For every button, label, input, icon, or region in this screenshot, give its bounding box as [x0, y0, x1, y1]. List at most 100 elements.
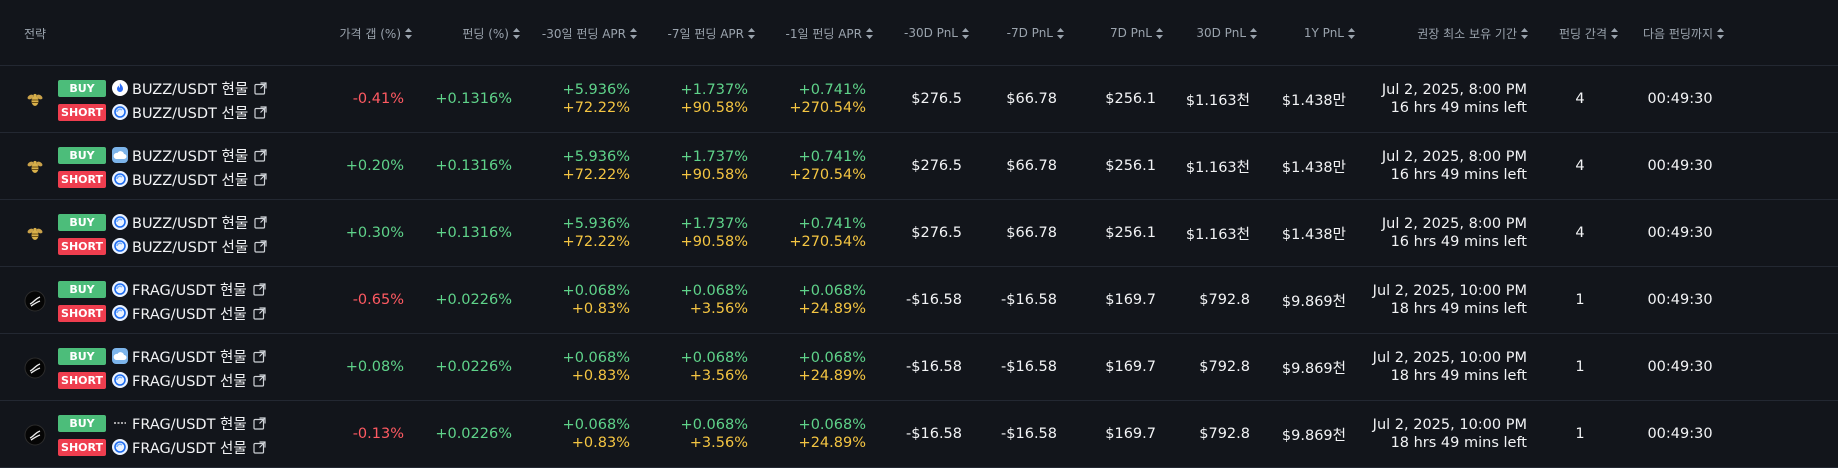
external-link-icon[interactable] — [254, 148, 267, 162]
apr30-annual: +72.22% — [562, 167, 630, 183]
table-row[interactable]: BUY BUZZ/USDT 현물 SHORT BUZZ/USDT 선물 +0.2… — [0, 133, 1838, 200]
sort-icon[interactable] — [748, 27, 755, 39]
short-leg: SHORT BUZZ/USDT 선물 — [58, 234, 267, 258]
hold-period-cell: Jul 2, 2025, 8:00 PM 16 hrs 49 mins left — [1380, 66, 1527, 132]
sort-icon[interactable] — [405, 27, 412, 39]
cloud-exchange-icon — [112, 348, 128, 364]
external-link-icon[interactable] — [254, 105, 267, 119]
pnl1y-value: $9.869천 — [1281, 427, 1346, 444]
header-hold[interactable]: 권장 최소 보유 기간 — [1400, 0, 1528, 66]
pnl30neg-value: -$16.58 — [906, 426, 962, 442]
pnl7-value: $169.7 — [1105, 292, 1156, 308]
header-next[interactable]: 다음 펀딩까지 — [1630, 0, 1724, 66]
buy-pair-link[interactable]: FRAG/USDT 현물 — [132, 279, 247, 300]
table-row[interactable]: BUY BUZZ/USDT 현물 SHORT BUZZ/USDT 선물 +0.3… — [0, 200, 1838, 267]
sort-icon[interactable] — [1521, 27, 1528, 39]
header-apr1-label: -1일 펀딩 APR — [785, 26, 863, 41]
pnl7neg-value: -$16.58 — [1001, 292, 1057, 308]
external-link-icon[interactable] — [253, 349, 266, 363]
external-link-icon[interactable] — [254, 215, 267, 229]
pnl1y-value: $9.869천 — [1281, 360, 1346, 377]
hold-period-cell: Jul 2, 2025, 10:00 PM 18 hrs 49 mins left — [1373, 267, 1527, 333]
apr1-cell: +0.068% +24.89% — [760, 401, 866, 467]
external-link-icon[interactable] — [254, 172, 267, 186]
short-pair-link[interactable]: FRAG/USDT 선물 — [132, 437, 247, 458]
apr7-rate: +1.737% — [680, 216, 748, 232]
swirl-exchange-icon — [112, 305, 128, 321]
short-pair-link[interactable]: BUZZ/USDT 선물 — [132, 169, 248, 190]
header-apr7[interactable]: -7일 펀딩 APR — [640, 0, 755, 66]
buy-badge: BUY — [58, 414, 106, 432]
external-link-icon[interactable] — [253, 416, 266, 430]
header-pnl30neg[interactable]: -30D PnL — [880, 0, 969, 66]
header-pnl1y[interactable]: 1Y PnL — [1280, 0, 1355, 66]
buy-pair-link[interactable]: FRAG/USDT 현물 — [132, 346, 247, 367]
sort-icon[interactable] — [1156, 27, 1163, 39]
header-next-label: 다음 펀딩까지 — [1642, 26, 1713, 41]
buy-pair-link[interactable]: BUZZ/USDT 현물 — [132, 78, 248, 99]
hold-date: Jul 2, 2025, 10:00 PM — [1372, 283, 1527, 299]
header-pnl30-label: 30D PnL — [1196, 26, 1246, 40]
table-row[interactable]: BUY FRAG/USDT 현물 SHORT FRAG/USDT 선물 -0.6… — [0, 267, 1838, 334]
sort-icon[interactable] — [1250, 27, 1257, 39]
pnl7-value: $256.1 — [1105, 158, 1156, 174]
table-row[interactable]: BUY BUZZ/USDT 현물 SHORT BUZZ/USDT 선물 -0.4… — [0, 66, 1838, 133]
buy-pair-link[interactable]: FRAG/USDT 현물 — [132, 413, 247, 434]
funding-value: +0.1316% — [435, 225, 512, 241]
header-apr1[interactable]: -1일 펀딩 APR — [760, 0, 873, 66]
header-pnl7neg[interactable]: -7D PnL — [980, 0, 1064, 66]
hold-time-left: 18 hrs 49 mins left — [1390, 435, 1527, 451]
sort-icon[interactable] — [1348, 27, 1355, 39]
sort-icon[interactable] — [962, 27, 969, 39]
pnl30neg-value: $276.5 — [911, 158, 962, 174]
short-pair-link[interactable]: BUZZ/USDT 선물 — [132, 236, 248, 257]
table-row[interactable]: BUY FRAG/USDT 현물 SHORT FRAG/USDT 선물 +0.0… — [0, 334, 1838, 401]
apr1-annual: +270.54% — [789, 100, 866, 116]
apr1-rate: +0.068% — [798, 283, 866, 299]
sort-icon[interactable] — [866, 27, 873, 39]
header-price-gap[interactable]: 가격 갭 (%) — [300, 0, 412, 66]
buy-badge: BUY — [58, 280, 106, 298]
header-funding[interactable]: 펀딩 (%) — [420, 0, 520, 66]
short-pair-link[interactable]: FRAG/USDT 선물 — [132, 303, 247, 324]
external-link-icon[interactable] — [253, 440, 266, 454]
funding-value: +0.0226% — [435, 426, 512, 442]
short-leg: SHORT FRAG/USDT 선물 — [58, 435, 266, 459]
sort-icon[interactable] — [513, 27, 520, 39]
next-funding-countdown: 00:49:30 — [1647, 292, 1713, 308]
external-link-icon[interactable] — [254, 81, 267, 95]
pnl30neg-value: -$16.58 — [906, 292, 962, 308]
short-pair-link[interactable]: FRAG/USDT 선물 — [132, 370, 247, 391]
pnl30neg-value: $276.5 — [911, 225, 962, 241]
header-pnl30[interactable]: 30D PnL — [1180, 0, 1257, 66]
price-gap-value: -0.41% — [352, 91, 404, 107]
header-strategy-label: 전략 — [24, 26, 47, 41]
buy-pair-link[interactable]: BUZZ/USDT 현물 — [132, 212, 248, 233]
sort-icon[interactable] — [1611, 27, 1618, 39]
pnl1y-value: $1.438만 — [1281, 226, 1346, 243]
frag-icon — [24, 290, 46, 312]
header-pnl7neg-label: -7D PnL — [1006, 26, 1053, 40]
sort-icon[interactable] — [1057, 27, 1064, 39]
sort-icon[interactable] — [630, 27, 637, 39]
strategy-pairs: BUY FRAG/USDT 현물 SHORT FRAG/USDT 선물 — [58, 411, 266, 459]
external-link-icon[interactable] — [253, 282, 266, 296]
apr7-cell: +0.068% +3.56% — [640, 401, 748, 467]
hold-period-cell: Jul 2, 2025, 8:00 PM 16 hrs 49 mins left — [1380, 200, 1527, 266]
buy-leg: BUY BUZZ/USDT 현물 — [58, 143, 267, 167]
short-leg: SHORT FRAG/USDT 선물 — [58, 368, 266, 392]
sort-icon[interactable] — [1717, 27, 1724, 39]
short-pair-link[interactable]: BUZZ/USDT 선물 — [132, 102, 248, 123]
external-link-icon[interactable] — [254, 239, 267, 253]
external-link-icon[interactable] — [253, 306, 266, 320]
header-apr30[interactable]: -30일 펀딩 APR — [520, 0, 637, 66]
hold-period-cell: Jul 2, 2025, 10:00 PM 18 hrs 49 mins left — [1373, 334, 1527, 400]
header-interval[interactable]: 펀딩 간격 — [1540, 0, 1618, 66]
buy-pair-link[interactable]: BUZZ/USDT 현물 — [132, 145, 248, 166]
short-badge: SHORT — [58, 237, 106, 255]
funding-value: +0.1316% — [435, 91, 512, 107]
apr30-annual: +0.83% — [571, 368, 630, 384]
external-link-icon[interactable] — [253, 373, 266, 387]
table-row[interactable]: BUY FRAG/USDT 현물 SHORT FRAG/USDT 선물 -0.1… — [0, 401, 1838, 468]
header-pnl7[interactable]: 7D PnL — [1080, 0, 1163, 66]
